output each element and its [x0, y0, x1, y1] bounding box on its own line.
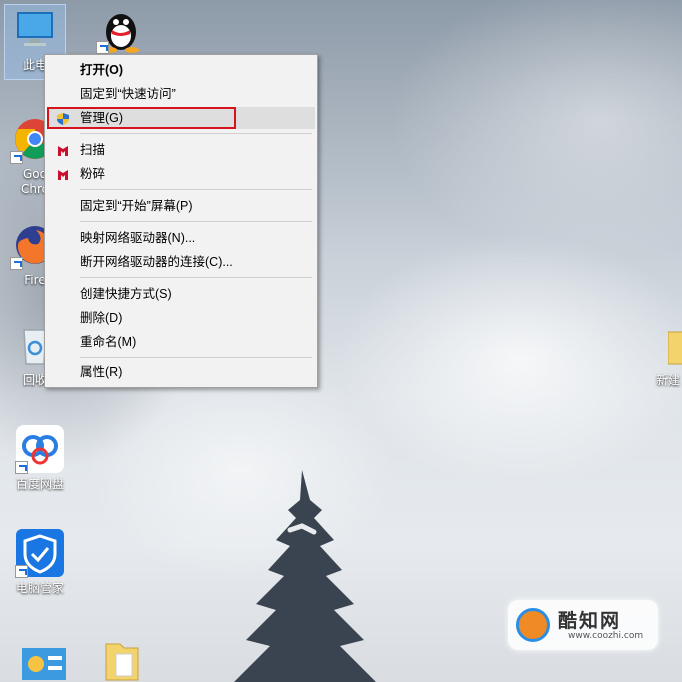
menu-item-delete[interactable]: 删除(D)	[47, 307, 315, 329]
menu-item-label: 扫描	[80, 143, 106, 157]
menu-item-label: 固定到“快速访问”	[80, 87, 176, 101]
menu-separator	[80, 133, 312, 134]
menu-item-label: 创建快捷方式(S)	[80, 287, 172, 301]
menu-item-label: 映射网络驱动器(N)...	[80, 231, 196, 245]
highlight-box	[47, 107, 236, 129]
menu-item-label: 粉碎	[80, 167, 106, 181]
desktop-icon-pc-manager[interactable]: 电脑管家	[10, 528, 70, 596]
context-menu: 打开(O) 固定到“快速访问” 管理(G) 扫描 粉碎 固定到“开始”屏幕(P)…	[44, 54, 318, 388]
desktop-icon-baidu-netdisk[interactable]: 百度网盘	[10, 424, 70, 492]
shortcut-arrow-icon	[15, 565, 28, 578]
menu-item-properties[interactable]: 属性(R)	[47, 361, 315, 383]
menu-item-scan[interactable]: 扫描	[47, 139, 315, 161]
menu-item-map-network-drive[interactable]: 映射网络驱动器(N)...	[47, 227, 315, 249]
desktop-icon-label: 百度网盘	[15, 477, 64, 491]
menu-separator	[80, 277, 312, 278]
watermark-logo: 酷知网 www.coozhi.com	[508, 600, 658, 650]
menu-item-label: 断开网络驱动器的连接(C)...	[80, 255, 233, 269]
shortcut-arrow-icon	[96, 41, 109, 54]
qq-icon	[96, 4, 146, 54]
menu-item-disconnect-network-drive[interactable]: 断开网络驱动器的连接(C)...	[47, 251, 315, 273]
desktop-icon-folder[interactable]	[92, 636, 154, 682]
tree-wallpaper-graphic	[234, 470, 376, 682]
menu-item-label: 重命名(M)	[80, 335, 137, 349]
watermark-url: www.coozhi.com	[568, 631, 644, 641]
desktop-icon-qq[interactable]	[90, 4, 152, 54]
folder-icon	[98, 636, 148, 682]
watermark-title: 酷知网	[558, 610, 622, 632]
computer-icon	[10, 5, 60, 55]
shortcut-arrow-icon	[10, 257, 23, 270]
shortcut-arrow-icon	[15, 461, 28, 474]
menu-item-pin-start[interactable]: 固定到“开始”屏幕(P)	[47, 195, 315, 217]
shortcut-arrow-icon	[10, 151, 23, 164]
coozhi-logo-icon	[516, 608, 550, 642]
menu-item-rename[interactable]: 重命名(M)	[47, 331, 315, 353]
menu-item-create-shortcut[interactable]: 创建快捷方式(S)	[47, 283, 315, 305]
control-panel-icon	[20, 644, 70, 682]
menu-item-label: 固定到“开始”屏幕(P)	[80, 199, 193, 213]
folder-icon	[667, 320, 682, 370]
baidu-netdisk-icon	[15, 424, 65, 474]
menu-separator	[80, 221, 312, 222]
desktop-icon-control-panel[interactable]	[14, 644, 76, 682]
menu-item-open[interactable]: 打开(O)	[47, 59, 315, 81]
menu-item-shred[interactable]: 粉碎	[47, 163, 315, 185]
mcafee-icon	[56, 143, 70, 157]
pc-manager-icon	[15, 528, 65, 578]
desktop-icon-label: 电脑管家	[15, 581, 64, 595]
menu-item-label: 属性(R)	[80, 365, 123, 379]
menu-item-pin-quick-access[interactable]: 固定到“快速访问”	[47, 83, 315, 105]
menu-item-label: 删除(D)	[80, 311, 123, 325]
menu-separator	[80, 189, 312, 190]
desktop-icon-label: 新建	[656, 373, 681, 387]
menu-item-label: 打开(O)	[80, 63, 124, 77]
menu-separator	[80, 357, 312, 358]
desktop-icon-new-folder[interactable]: 新建	[648, 320, 682, 388]
mcafee-icon	[56, 167, 70, 181]
